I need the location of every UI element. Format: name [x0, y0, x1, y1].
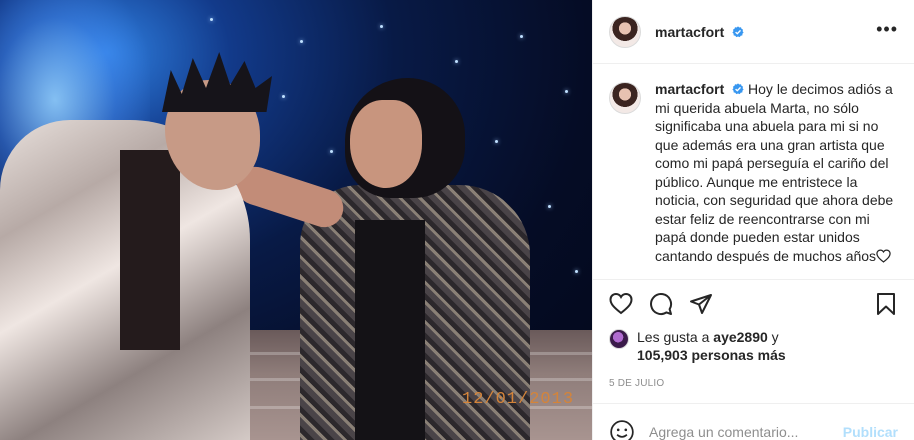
stage-star — [330, 150, 333, 153]
likes-text: Les gusta a aye2890 y 105,903 personas m… — [637, 328, 786, 364]
comment-icon[interactable] — [649, 292, 673, 316]
share-icon[interactable] — [689, 292, 713, 316]
woman-top — [355, 220, 425, 440]
verified-badge-icon — [732, 83, 744, 95]
woman-face — [350, 100, 422, 188]
stage-star — [282, 95, 285, 98]
likes-count[interactable]: 105,903 personas más — [637, 347, 786, 363]
liker-username[interactable]: aye2890 — [713, 329, 768, 345]
liker-avatar[interactable] — [609, 329, 629, 349]
post-actions — [593, 280, 914, 328]
bookmark-icon[interactable] — [874, 292, 898, 316]
header-username[interactable]: martacfort — [655, 24, 744, 40]
stage-star — [210, 18, 213, 21]
man-shirt — [120, 150, 180, 350]
caption-username[interactable]: martacfort — [655, 81, 724, 97]
more-options-icon[interactable]: ••• — [876, 20, 898, 38]
username-label[interactable]: martacfort — [655, 24, 724, 40]
photo-date-stamp: 12/01/2013 — [462, 390, 575, 409]
heart-icon[interactable] — [609, 292, 633, 316]
avatar[interactable] — [609, 15, 641, 48]
stage-star — [575, 270, 578, 273]
likes-summary: Les gusta a aye2890 y 105,903 personas m… — [593, 328, 914, 370]
man-hair — [162, 52, 272, 112]
likes-middle: y — [767, 329, 779, 345]
caption-text: martacfort Hoy le decimos adiós a mi que… — [655, 80, 898, 264]
stage-star — [300, 40, 303, 43]
heart-emoji-icon — [876, 248, 891, 263]
emoji-icon[interactable] — [609, 419, 635, 440]
stage-star — [548, 205, 551, 208]
post-date[interactable]: 5 DE JULIO — [593, 370, 914, 404]
post-photo[interactable]: 12/01/2013 — [0, 0, 592, 440]
stage-star — [495, 140, 498, 143]
post-header: martacfort ••• — [593, 0, 914, 64]
post-caption: martacfort Hoy le decimos adiós a mi que… — [593, 64, 914, 280]
stage-star — [455, 60, 458, 63]
comment-composer: Publicar — [593, 404, 914, 440]
comment-input[interactable] — [649, 424, 843, 440]
publish-button[interactable]: Publicar — [843, 424, 898, 440]
post-side-panel: martacfort ••• martacfort Hoy le decimos… — [592, 0, 914, 440]
stage-star — [565, 90, 568, 93]
likes-prefix: Les gusta a — [637, 329, 714, 345]
stage-star — [380, 25, 383, 28]
caption-body: Hoy le decimos adiós a mi querida abuela… — [655, 81, 894, 264]
verified-badge-icon — [732, 25, 744, 37]
caption-avatar[interactable] — [609, 82, 641, 114]
stage-star — [520, 35, 523, 38]
